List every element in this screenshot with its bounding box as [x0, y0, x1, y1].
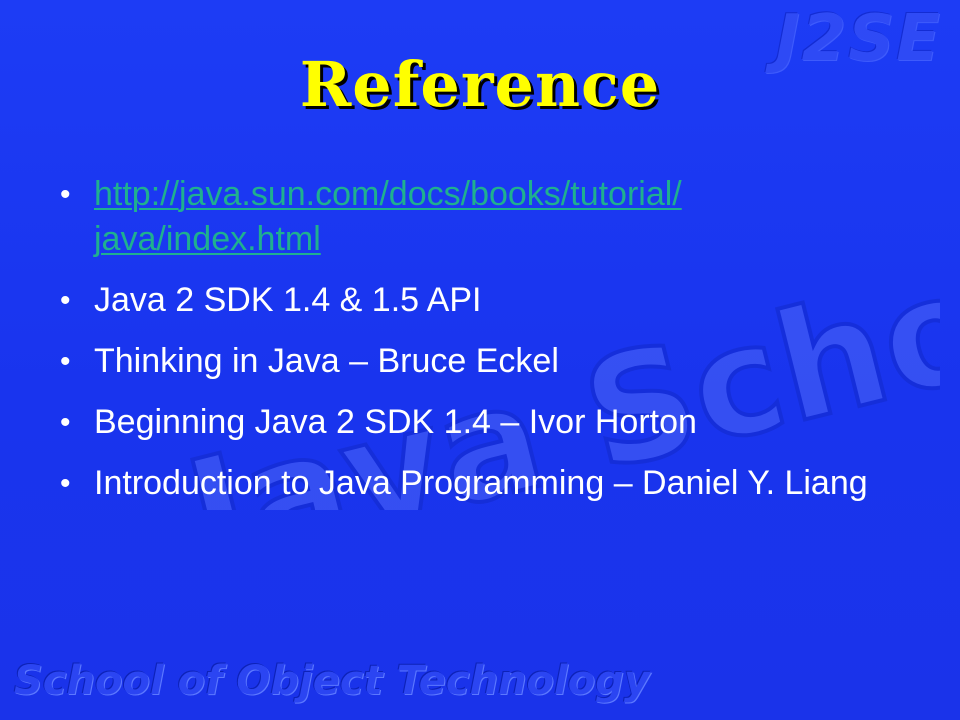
reference-item-beginning-java: • Beginning Java 2 SDK 1.4 – Ivor Horton	[60, 400, 940, 445]
reference-text: Thinking in Java – Bruce Eckel	[94, 342, 559, 380]
java-tutorial-link-line-2: java/index.html	[94, 220, 321, 258]
bullet-icon: •	[60, 406, 71, 439]
bullet-icon: •	[60, 345, 71, 378]
bullet-icon: •	[60, 467, 71, 500]
reference-text: Beginning Java 2 SDK 1.4 – Ivor Horton	[94, 403, 697, 441]
reference-item-thinking-in-java: • Thinking in Java – Bruce Eckel	[60, 339, 940, 384]
reference-item-intro-java-programming: • Introduction to Java Programming – Dan…	[60, 461, 940, 506]
reference-text: Introduction to Java Programming – Danie…	[94, 464, 868, 502]
slide-title: Reference	[299, 48, 661, 121]
reference-item-tutorial-link: • http://java.sun.com/docs/books/tutoria…	[60, 172, 940, 262]
java-tutorial-link-line-1: http://java.sun.com/docs/books/tutorial/	[94, 175, 682, 213]
footer-school-name: School of Object Technology	[14, 658, 650, 704]
bullet-icon: •	[60, 178, 71, 211]
reference-text: Java 2 SDK 1.4 & 1.5 API	[94, 281, 482, 319]
slide: J2SE Java School Reference • http://java…	[0, 0, 960, 720]
reference-item-sdk-api: • Java 2 SDK 1.4 & 1.5 API	[60, 278, 940, 323]
bullet-icon: •	[60, 284, 71, 317]
reference-list: • http://java.sun.com/docs/books/tutoria…	[60, 172, 940, 522]
java-tutorial-link[interactable]: http://java.sun.com/docs/books/tutorial/…	[94, 175, 682, 258]
